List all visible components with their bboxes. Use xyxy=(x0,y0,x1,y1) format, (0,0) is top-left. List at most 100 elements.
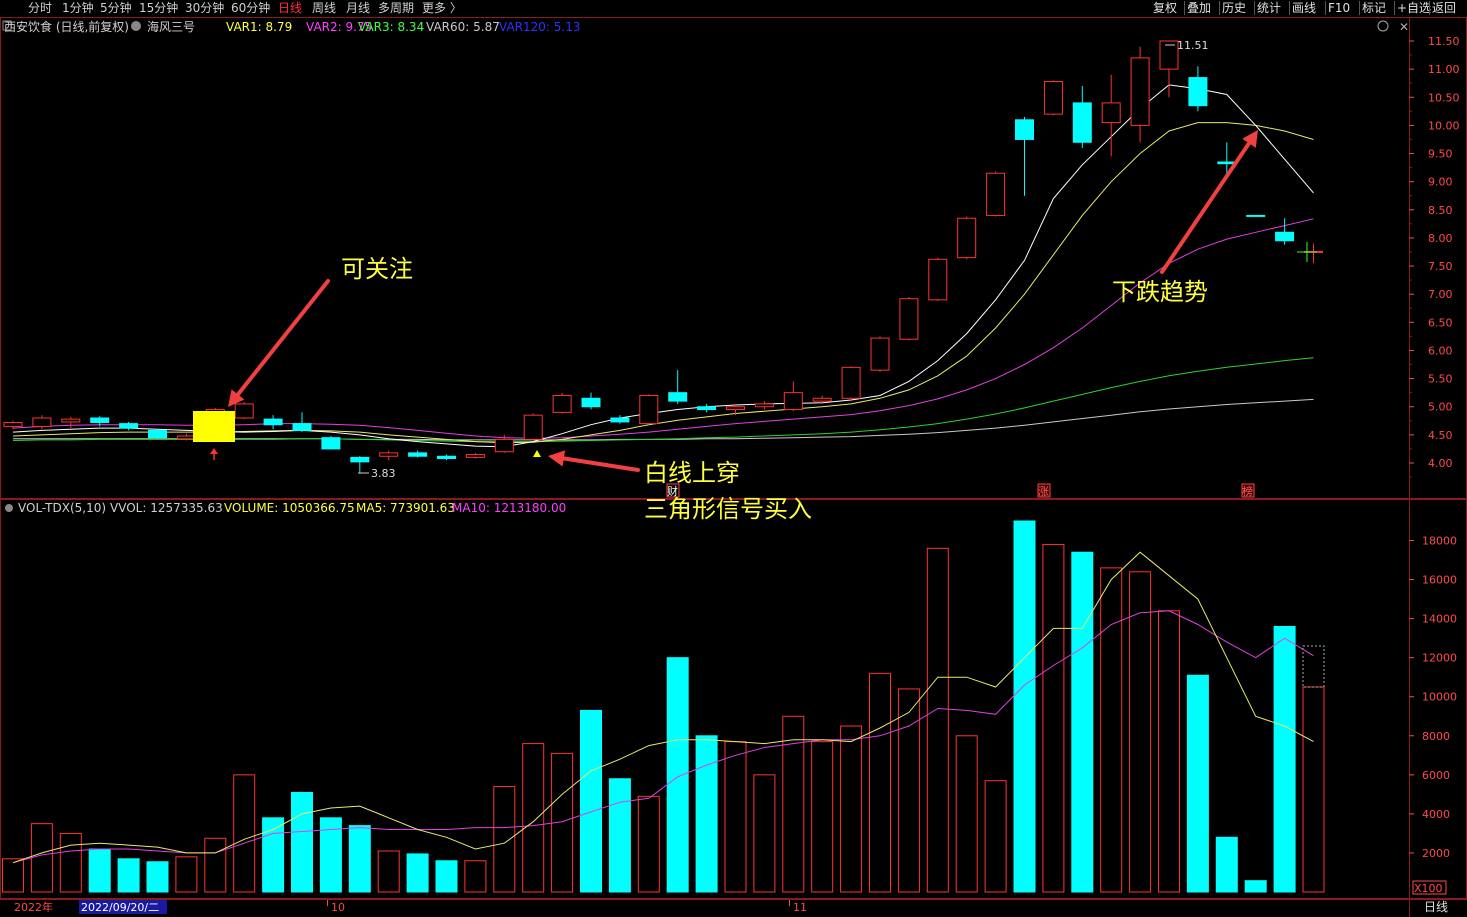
annotation-down: 下跌趋势 xyxy=(1112,278,1208,306)
volume-bar xyxy=(88,848,111,893)
toolbar-separator xyxy=(1359,1,1360,15)
period-tab[interactable]: 月线 xyxy=(346,0,370,16)
volume-bar xyxy=(204,837,227,893)
legend-item: VAR120: 5.13 xyxy=(499,20,580,34)
volume-bar xyxy=(811,741,834,893)
volume-legend-item: VOLUME: 1050366.75 xyxy=(224,501,355,515)
toolbar-separator xyxy=(1254,1,1255,15)
toolbar-button[interactable]: 复权 xyxy=(1153,0,1177,16)
volume-tick-label: 4000 xyxy=(1422,808,1450,821)
period-tab[interactable]: 日线 xyxy=(278,0,302,16)
ma10-line xyxy=(12,610,1314,864)
volume-multiplier: X100 xyxy=(1414,882,1443,895)
toolbar-button[interactable]: 标记 xyxy=(1362,0,1386,16)
volume-tick-label: 6000 xyxy=(1422,769,1450,782)
period-tab[interactable]: 15分钟 xyxy=(139,0,178,16)
settings-icon[interactable] xyxy=(1377,20,1389,32)
candle xyxy=(176,435,196,440)
volume-bar xyxy=(1273,625,1296,893)
toolbar-button[interactable]: F10 xyxy=(1328,0,1350,16)
candle xyxy=(292,423,312,431)
candle xyxy=(957,217,977,259)
candle xyxy=(899,298,919,340)
candle xyxy=(350,456,370,463)
toolbar-button[interactable]: 返回 xyxy=(1432,0,1456,16)
toolbar-button[interactable]: 历史 xyxy=(1222,0,1246,16)
period-tab[interactable]: 周线 xyxy=(312,0,336,16)
price-tick-label: 10.50 xyxy=(1428,91,1460,104)
volume-bar xyxy=(753,774,776,893)
volume-bar xyxy=(1302,686,1325,893)
candle xyxy=(1246,214,1266,217)
close-icon[interactable]: ✕ xyxy=(1399,20,1409,34)
candle xyxy=(1101,102,1121,124)
indicator-settings-icon[interactable] xyxy=(131,21,141,31)
price-tick-label: 11.00 xyxy=(1428,63,1460,76)
period-label: 日线 xyxy=(1424,900,1448,914)
volume-bar xyxy=(580,709,602,893)
candle xyxy=(234,403,254,419)
candle xyxy=(870,337,890,371)
period-tab[interactable]: 更多 〉 xyxy=(422,0,462,16)
candle xyxy=(32,417,52,427)
period-tab[interactable]: 60分钟 xyxy=(231,0,270,16)
period-tab[interactable]: 30分钟 xyxy=(185,0,224,16)
candle xyxy=(465,454,485,458)
period-tab[interactable]: 多周期 xyxy=(378,0,414,16)
volume-bar xyxy=(955,735,978,893)
volume-bar xyxy=(291,791,313,893)
annotation-cross-line1: 白线上穿 xyxy=(644,459,740,487)
var2-line xyxy=(12,218,1314,439)
toolbar-separator xyxy=(1219,1,1220,15)
volume-settings-icon[interactable] xyxy=(5,504,13,512)
price-tick-label: 8.50 xyxy=(1428,204,1453,217)
volume-tick-label: 10000 xyxy=(1422,691,1457,704)
period-tab[interactable]: 1分钟 xyxy=(62,0,94,16)
volume-tick-label: 8000 xyxy=(1422,730,1450,743)
toolbar-button[interactable]: 统计 xyxy=(1257,0,1281,16)
candle xyxy=(841,366,861,399)
price-tick-label: 7.50 xyxy=(1428,260,1453,273)
legend-item: VAR60: 5.87 xyxy=(426,20,500,34)
up-arrow-head-icon xyxy=(210,448,218,454)
candle xyxy=(119,423,139,429)
candle xyxy=(90,417,110,423)
volume-bar xyxy=(637,795,660,893)
candle xyxy=(697,406,717,411)
candle xyxy=(408,452,428,457)
annotation-arrow-cross xyxy=(555,455,640,472)
toolbar-button[interactable]: 画线 xyxy=(1292,0,1316,16)
toolbar-separator xyxy=(1184,1,1185,15)
volume-bar xyxy=(608,778,631,893)
candle xyxy=(928,258,948,301)
price-axis: 11.50 11.00 10.50 10.00 9.50 9.00 8.50 8.00 7.50… xyxy=(1409,35,1460,478)
volume-bar xyxy=(30,823,53,893)
month-label: 11 xyxy=(793,901,807,914)
volume-bar xyxy=(59,832,82,893)
volume-bar xyxy=(666,657,689,893)
chart-area[interactable]: 西安饮食 (日线,前复权) 海风三号 VAR1: 8.79 VAR2: 9.75VAR… xyxy=(0,16,1467,917)
high-label: 11.51 xyxy=(1177,39,1209,52)
period-tab[interactable]: 分时 xyxy=(28,0,52,16)
price-tick-label: 4.00 xyxy=(1428,457,1453,470)
candle xyxy=(1275,231,1295,242)
annotation-arrow-down xyxy=(1160,136,1255,274)
toolbar-button[interactable]: +自选 xyxy=(1397,0,1431,16)
candle xyxy=(783,392,803,411)
main-legend: 西安饮食 (日线,前复权) 海风三号 VAR1: 8.79 VAR2: 9.75VAR… xyxy=(2,19,580,34)
legend-item: VAR1: 8.79 xyxy=(226,20,292,34)
volume-bar xyxy=(464,860,487,893)
volume-bar xyxy=(1158,610,1180,893)
buy-signal-triangle xyxy=(533,450,541,457)
period-tab[interactable]: 5分钟 xyxy=(100,0,132,16)
candle xyxy=(1188,77,1208,107)
toolbar-separator xyxy=(1325,1,1326,15)
volume-legend-item: MA5: 773901.63 xyxy=(356,501,455,515)
annotation-arrow-watch xyxy=(232,279,330,402)
price-tick-label: 9.00 xyxy=(1428,176,1453,189)
stock-title: 西安饮食 (日线,前复权) xyxy=(4,19,129,34)
toolbar-button[interactable]: 叠加 xyxy=(1187,0,1211,16)
volume-bar xyxy=(146,861,169,893)
price-tick-label: 5.00 xyxy=(1428,401,1453,414)
highlight-box xyxy=(193,411,235,442)
